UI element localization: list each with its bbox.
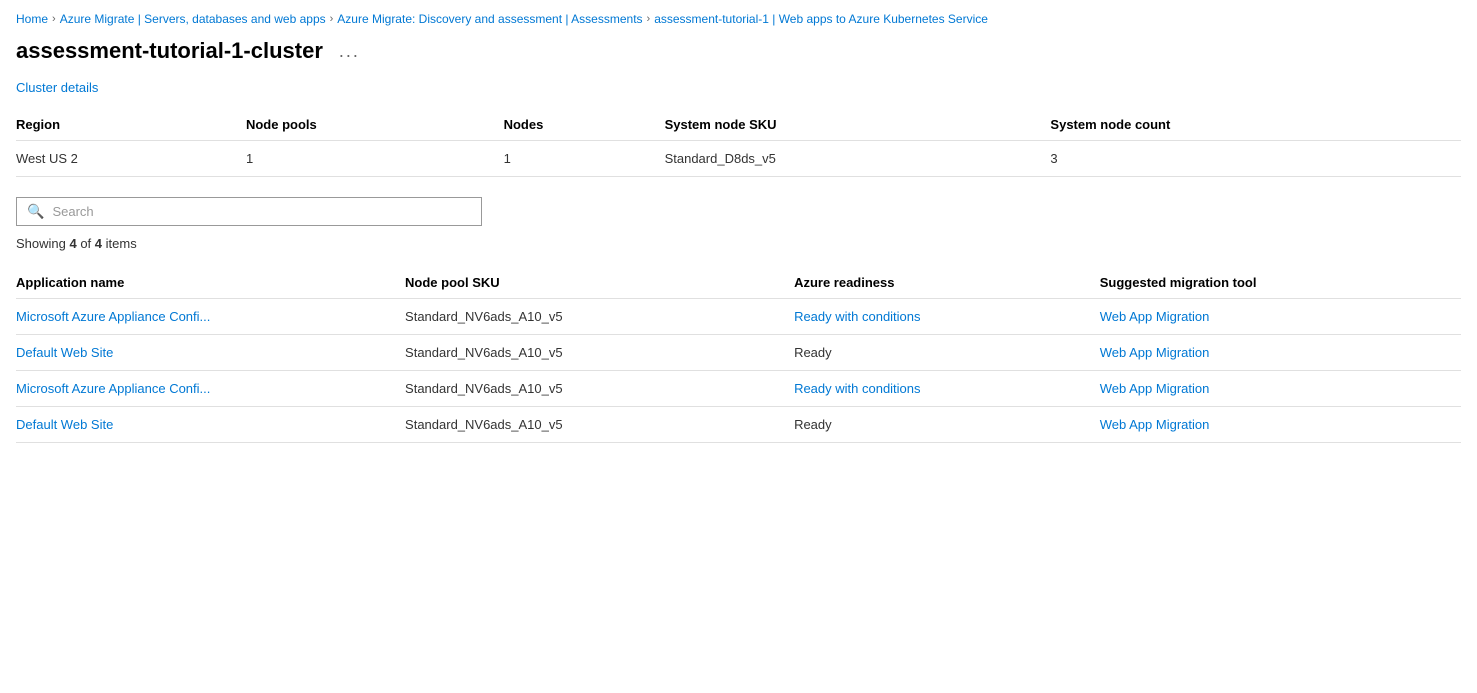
breadcrumb-assessment[interactable]: assessment-tutorial-1 | Web apps to Azur…: [654, 12, 988, 26]
search-container: 🔍: [16, 197, 1461, 226]
table-row: Microsoft Azure Appliance Confi... Standa…: [16, 371, 1461, 407]
cluster-system-node-count: 3: [1050, 141, 1461, 177]
readiness-cell: Ready with conditions: [794, 299, 1100, 335]
node-pool-sku-cell: Standard_NV6ads_A10_v5: [405, 407, 794, 443]
breadcrumb: Home › Azure Migrate | Servers, database…: [0, 0, 1477, 34]
search-input[interactable]: [52, 204, 471, 219]
migration-tool-cell: Web App Migration: [1100, 335, 1461, 371]
cluster-details-table: Region Node pools Nodes System node SKU …: [16, 109, 1461, 177]
breadcrumb-sep-2: ›: [330, 13, 334, 25]
breadcrumb-sep-3: ›: [647, 13, 651, 25]
search-box: 🔍: [16, 197, 482, 226]
showing-text: Showing 4 of 4 items: [16, 236, 1461, 251]
readiness-cell: Ready with conditions: [794, 371, 1100, 407]
cluster-row: West US 2 1 1 Standard_D8ds_v5 3: [16, 141, 1461, 177]
node-pool-sku-cell: Standard_NV6ads_A10_v5: [405, 335, 794, 371]
col-nodes: Nodes: [504, 109, 665, 141]
app-name-link[interactable]: Microsoft Azure Appliance Confi...: [16, 309, 210, 324]
migration-tool-link[interactable]: Web App Migration: [1100, 381, 1210, 396]
breadcrumb-discovery[interactable]: Azure Migrate: Discovery and assessment …: [337, 12, 642, 26]
cluster-details-title[interactable]: Cluster details: [16, 80, 1461, 95]
migration-tool-link[interactable]: Web App Migration: [1100, 345, 1210, 360]
main-content: Cluster details Region Node pools Nodes …: [0, 80, 1477, 443]
col-system-node-sku: System node SKU: [665, 109, 1051, 141]
col-region: Region: [16, 109, 246, 141]
migration-tool-cell: Web App Migration: [1100, 299, 1461, 335]
showing-total: 4: [95, 236, 102, 251]
table-row: Microsoft Azure Appliance Confi... Standa…: [16, 299, 1461, 335]
node-pool-sku-cell: Standard_NV6ads_A10_v5: [405, 299, 794, 335]
col-app-name: Application name: [16, 267, 405, 299]
col-migration-tool: Suggested migration tool: [1100, 267, 1461, 299]
cluster-nodes: 1: [504, 141, 665, 177]
node-pool-sku-cell: Standard_NV6ads_A10_v5: [405, 371, 794, 407]
breadcrumb-sep-1: ›: [52, 13, 56, 25]
cluster-node-pools: 1: [246, 141, 504, 177]
migration-tool-link[interactable]: Web App Migration: [1100, 417, 1210, 432]
cluster-region: West US 2: [16, 141, 246, 177]
breadcrumb-azure-migrate[interactable]: Azure Migrate | Servers, databases and w…: [60, 12, 326, 26]
table-row: Default Web Site Standard_NV6ads_A10_v5Re…: [16, 335, 1461, 371]
app-name-link[interactable]: Microsoft Azure Appliance Confi...: [16, 381, 210, 396]
more-options-button[interactable]: ...: [333, 39, 366, 64]
page-title: assessment-tutorial-1-cluster: [16, 38, 323, 64]
migration-tool-cell: Web App Migration: [1100, 407, 1461, 443]
migration-tool-link[interactable]: Web App Migration: [1100, 309, 1210, 324]
col-azure-readiness: Azure readiness: [794, 267, 1100, 299]
showing-count: 4: [69, 236, 76, 251]
search-icon: 🔍: [27, 203, 44, 220]
apps-table: Application name Node pool SKU Azure rea…: [16, 267, 1461, 443]
readiness-link[interactable]: Ready with conditions: [794, 309, 920, 324]
col-system-node-count: System node count: [1050, 109, 1461, 141]
readiness-link[interactable]: Ready with conditions: [794, 381, 920, 396]
col-node-pools: Node pools: [246, 109, 504, 141]
readiness-cell: Ready: [794, 407, 1100, 443]
breadcrumb-home[interactable]: Home: [16, 12, 48, 26]
col-node-pool-sku: Node pool SKU: [405, 267, 794, 299]
cluster-details-section: Cluster details Region Node pools Nodes …: [16, 80, 1461, 177]
readiness-cell: Ready: [794, 335, 1100, 371]
cluster-system-node-sku: Standard_D8ds_v5: [665, 141, 1051, 177]
migration-tool-cell: Web App Migration: [1100, 371, 1461, 407]
app-name-link[interactable]: Default Web Site: [16, 417, 113, 432]
table-row: Default Web Site Standard_NV6ads_A10_v5Re…: [16, 407, 1461, 443]
page-header: assessment-tutorial-1-cluster ...: [0, 34, 1477, 80]
app-name-link[interactable]: Default Web Site: [16, 345, 113, 360]
